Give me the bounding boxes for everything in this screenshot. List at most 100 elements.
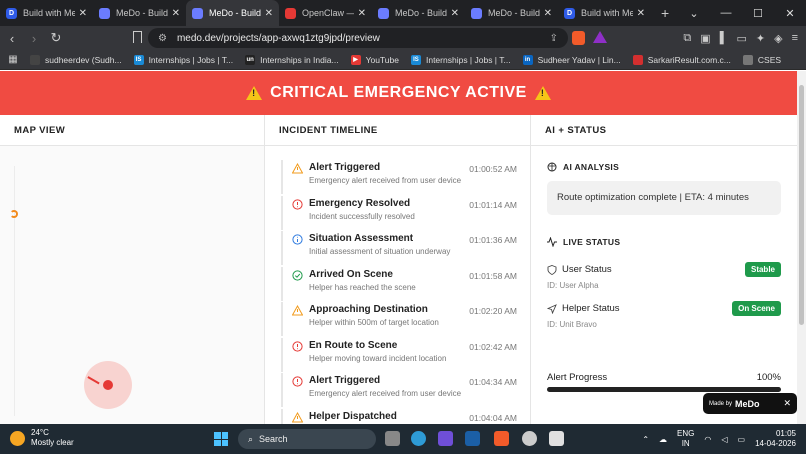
warning-icon — [534, 86, 551, 100]
timeline-event-desc: Helper within 500m of target location — [309, 318, 439, 327]
timeline-event-time: 01:02:20 AM — [469, 306, 517, 316]
back-button[interactable]: ‹ — [2, 31, 22, 46]
helper-location-marker[interactable] — [10, 210, 18, 218]
chatgpt-icon[interactable] — [522, 431, 537, 446]
close-tab-icon[interactable]: ✕ — [637, 8, 645, 19]
close-tab-icon[interactable]: ✕ — [79, 8, 87, 19]
maximize-button[interactable]: ☐ — [742, 7, 774, 20]
timeline-event-desc: Incident successfully resolved — [309, 211, 415, 221]
map-panel-title: MAP VIEW — [0, 115, 264, 146]
timeline-event-time: 01:01:58 AM — [469, 270, 517, 281]
alert-progress-percent: 100% — [756, 372, 781, 383]
brave-shields-icon[interactable] — [572, 31, 585, 45]
language-indicator[interactable]: ENG IN — [677, 429, 694, 449]
close-tab-icon[interactable]: ✕ — [544, 8, 552, 19]
region-code: IN — [681, 439, 690, 448]
helper-status-row: Helper Status ID: Unit Bravo On Scene — [547, 301, 781, 329]
bookmark-label: Internships | Jobs | T... — [148, 54, 234, 65]
taskbar-search[interactable]: ⌕ Search — [238, 429, 376, 449]
toolbar-actions: ⧉ ▣ ▌ ▭ ✦ ◈ ≡ — [683, 26, 798, 50]
address-bar[interactable]: ⚙ medo.dev/projects/app-axwq1ztg9jpd/pre… — [148, 28, 568, 48]
screenshot-icon[interactable]: ▣ — [700, 32, 710, 45]
snipping-tool-icon[interactable] — [549, 431, 564, 446]
bookmark-item[interactable]: IS Internships | Jobs | T... — [133, 54, 234, 65]
forward-button[interactable]: › — [24, 31, 44, 46]
volume-icon[interactable]: ◁ — [721, 435, 727, 444]
timeline-event-time: 01:02:42 AM — [469, 341, 517, 352]
tab-favicon-icon: D — [6, 7, 17, 19]
incident-location-marker[interactable] — [103, 380, 113, 390]
edge-icon[interactable] — [411, 431, 426, 446]
bookmark-icon[interactable] — [133, 31, 142, 43]
bookmark-item[interactable]: SarkariResult.com.c... — [632, 54, 731, 65]
tab-title: MeDo - Build full- — [116, 8, 168, 18]
browser-tab[interactable]: D Build with MeDo | ✕ — [0, 0, 93, 26]
site-info-icon[interactable]: ⚙ — [158, 33, 167, 44]
wallet-icon[interactable]: ▭ — [736, 32, 746, 45]
made-by-medo-badge[interactable]: Made by MeDo ✕ — [703, 393, 797, 414]
brave-taskbar-icon[interactable] — [494, 431, 509, 446]
onedrive-icon[interactable]: ☁ — [659, 435, 667, 444]
map-view[interactable] — [0, 146, 264, 424]
tab-search-icon[interactable]: ⌄ — [678, 7, 710, 20]
close-window-button[interactable]: ✕ — [774, 7, 806, 20]
activity-icon — [547, 237, 557, 247]
browser-tab[interactable]: D Build with MeDo | ✕ — [558, 0, 651, 26]
user-id: ID: User Alpha — [547, 281, 599, 290]
close-tab-icon[interactable]: ✕ — [172, 8, 180, 19]
browser-tab[interactable]: MeDo - Build ✕ — [186, 0, 279, 26]
timeline-event-desc: Helper has reached the scene — [309, 282, 416, 292]
close-tab-icon[interactable]: ✕ — [265, 8, 273, 19]
bookmark-item[interactable]: ▶ YouTube — [350, 54, 399, 65]
apps-grid-icon[interactable]: ▦ — [2, 54, 24, 65]
alert-circle-icon — [292, 198, 303, 210]
user-status-row: User Status ID: User Alpha Stable — [547, 262, 781, 290]
wifi-icon[interactable]: ◠ — [704, 435, 711, 444]
browser-tab[interactable]: OpenClaw — Perso ✕ — [279, 0, 372, 26]
page-scrollbar[interactable] — [797, 71, 806, 424]
battery-icon[interactable]: ▭ — [738, 435, 746, 444]
start-button[interactable] — [214, 432, 228, 446]
vpn-icon[interactable]: ◈ — [774, 32, 782, 45]
extensions-icon[interactable]: ⧉ — [683, 32, 691, 45]
browser-tab[interactable]: MeDo - Build full- ✕ — [465, 0, 558, 26]
tab-title: MeDo - Build full- — [488, 8, 540, 18]
bookmark-item[interactable]: in Sudheer Yadav | Lin... — [522, 54, 621, 65]
close-badge-icon[interactable]: ✕ — [783, 398, 791, 409]
tab-favicon-icon — [378, 7, 389, 19]
menu-icon[interactable]: ≡ — [792, 32, 798, 44]
weather-widget[interactable]: 24°C Mostly clear — [10, 428, 74, 448]
sidebar-icon[interactable]: ▌ — [720, 32, 728, 44]
bookmark-item[interactable]: un Internships in India... — [245, 54, 339, 65]
system-tray: ⌃ ☁ ENG IN ◠ ◁ ▭ 01:05 14-04-2026 — [642, 424, 796, 454]
bookmark-item[interactable]: CSES — [742, 54, 781, 65]
timeline-panel-title: INCIDENT TIMELINE — [265, 115, 530, 146]
minimize-button[interactable]: — — [710, 7, 742, 19]
scrollbar-thumb[interactable] — [799, 85, 804, 325]
browser-tab[interactable]: MeDo - Build full- ✕ — [372, 0, 465, 26]
language-code: ENG — [677, 429, 695, 438]
brave-rewards-icon[interactable] — [593, 31, 607, 43]
banner-text: CRITICAL EMERGENCY ACTIVE — [270, 84, 527, 101]
app-icon[interactable] — [438, 431, 453, 446]
alert-progress-fill — [547, 387, 781, 392]
browser-tab[interactable]: MeDo - Build full- ✕ — [93, 0, 186, 26]
task-view-icon[interactable] — [385, 431, 400, 446]
bookmark-favicon-icon — [30, 54, 40, 65]
clock[interactable]: 01:05 14-04-2026 — [755, 429, 796, 449]
close-tab-icon[interactable]: ✕ — [451, 8, 459, 19]
show-hidden-icons[interactable]: ⌃ — [642, 435, 649, 444]
helper-id: ID: Unit Bravo — [547, 320, 597, 329]
close-tab-icon[interactable]: ✕ — [358, 8, 366, 19]
windows-taskbar: 24°C Mostly clear ⌕ Search ⌃ ☁ ENG IN ◠ … — [0, 424, 806, 454]
bookmark-item[interactable]: sudheerdev (Sudh... — [30, 54, 122, 65]
reload-button[interactable]: ↻ — [46, 30, 66, 46]
bookmark-favicon-icon: in — [522, 54, 533, 65]
share-icon[interactable]: ⇪ — [550, 33, 558, 44]
leo-ai-icon[interactable]: ✦ — [756, 32, 765, 45]
vscode-icon[interactable] — [465, 431, 480, 446]
timeline-event-desc: Initial assessment of situation underway — [309, 247, 451, 256]
bookmark-item[interactable]: IS Internships | Jobs | T... — [410, 54, 511, 65]
new-tab-button[interactable]: + — [661, 5, 669, 21]
weather-condition: Mostly clear — [31, 438, 74, 447]
